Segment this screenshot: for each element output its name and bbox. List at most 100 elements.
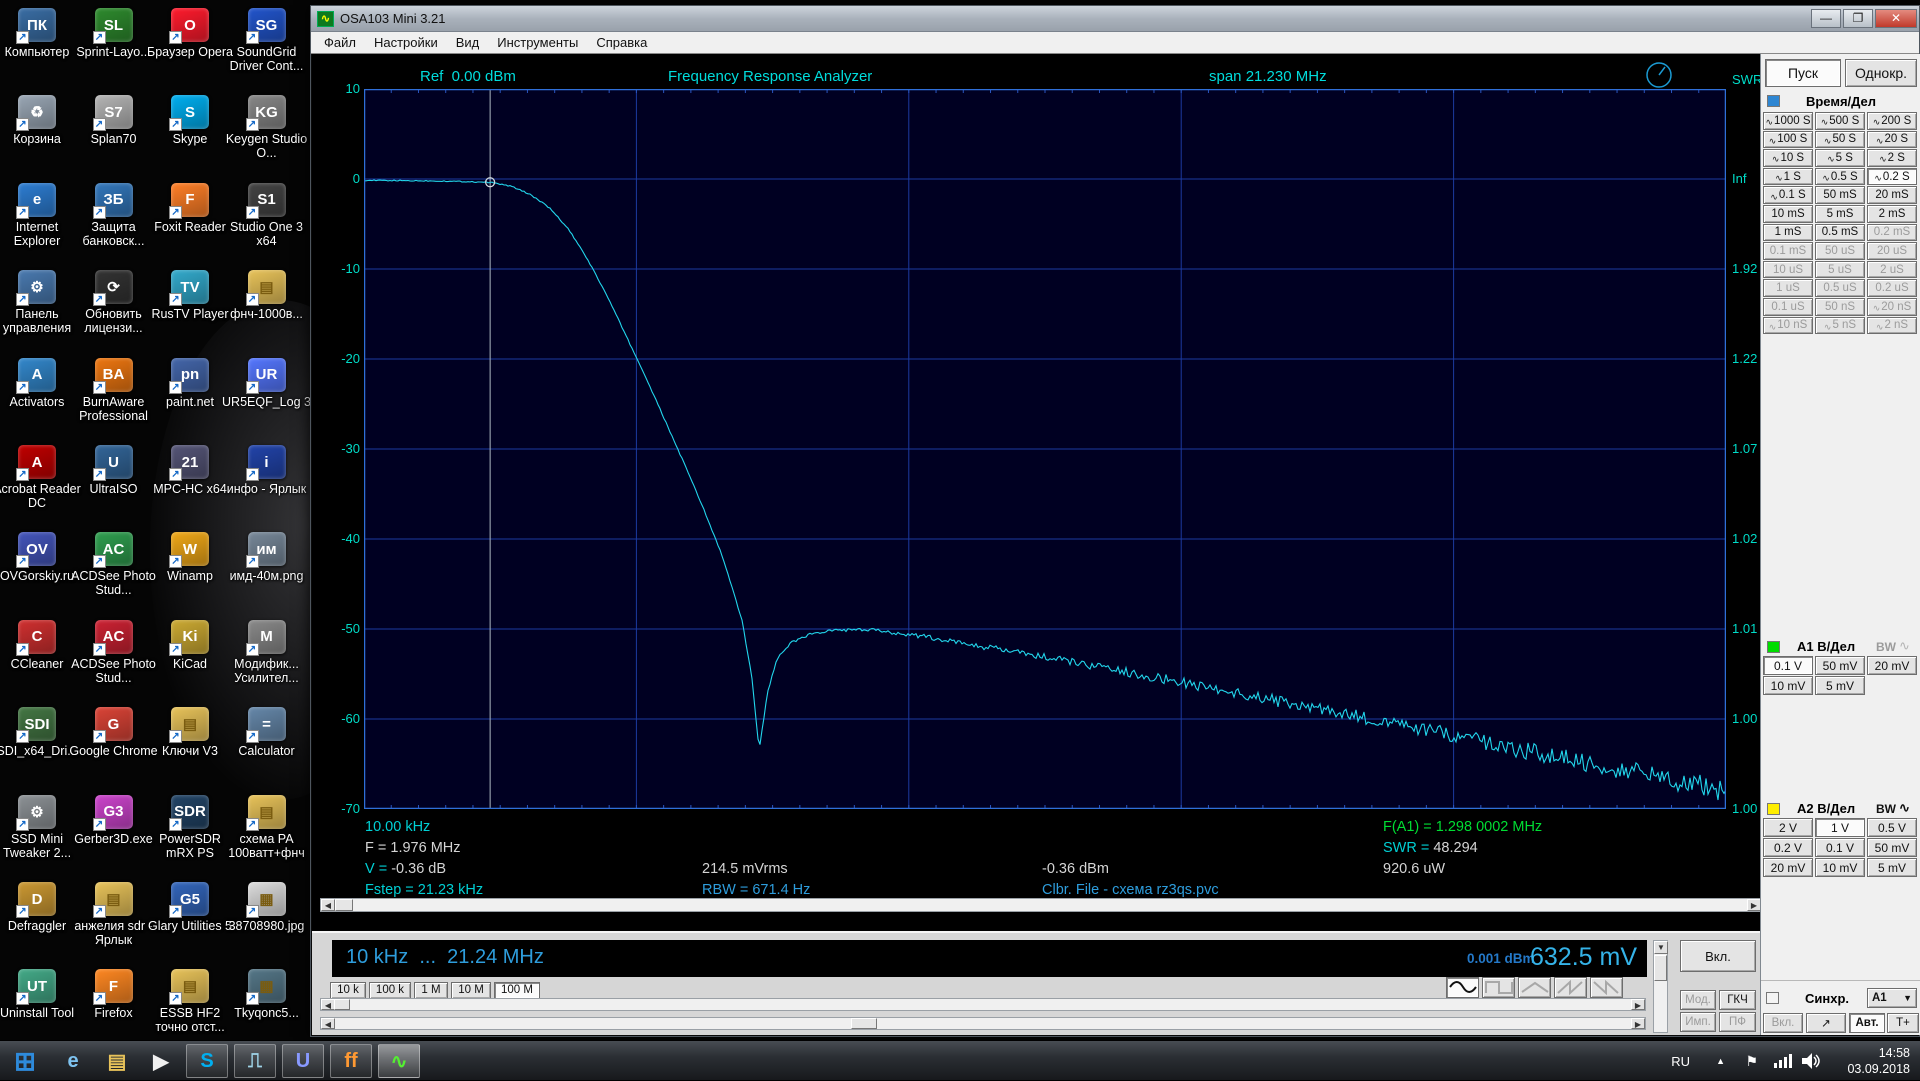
tb-button-5mS[interactable]: 5 mS xyxy=(1815,205,1865,223)
taskbar-clock[interactable]: 14:58 03.09.2018 xyxy=(1847,1045,1910,1077)
start-button[interactable]: Пуск xyxy=(1765,59,1841,87)
freq-unit-button-100k[interactable]: 100 k xyxy=(369,982,411,999)
taskbar-windows-explorer-icon[interactable]: ▤ xyxy=(100,1044,134,1078)
maximize-button[interactable]: ❐ xyxy=(1843,9,1873,28)
fine-tune-scrollbar[interactable]: ◀▶ xyxy=(320,1017,1646,1030)
a1-button-5mV[interactable]: 5 mV xyxy=(1815,676,1865,695)
a2-button-0.5V[interactable]: 0.5 V xyxy=(1867,818,1917,837)
tb-button-2nS[interactable]: ∿2 nS xyxy=(1867,317,1917,335)
tb-button-50nS[interactable]: 50 nS xyxy=(1815,298,1865,316)
sync-tplus-button[interactable]: Т+ xyxy=(1887,1013,1919,1033)
desktop-icon-имд-40м-png[interactable]: им↗имд-40м.png xyxy=(221,532,313,583)
desktop-icon-calculator[interactable]: =↗Calculator xyxy=(221,707,313,758)
desktop-icon-soundgrid-driver-cont-[interactable]: SG↗SoundGrid Driver Cont... xyxy=(221,8,313,73)
menu-item-настройки[interactable]: Настройки xyxy=(365,33,447,52)
freq-unit-button-10k[interactable]: 10 k xyxy=(330,982,366,999)
ramp-down-waveform-button[interactable] xyxy=(1590,977,1623,998)
volume-icon[interactable] xyxy=(1802,1041,1822,1081)
tb-button-1uS[interactable]: 1 uS xyxy=(1763,279,1813,297)
sync-edge-button[interactable]: ↗ xyxy=(1806,1013,1846,1033)
tb-button-1mS[interactable]: 1 mS xyxy=(1763,224,1813,242)
imp-button[interactable]: Имп. xyxy=(1680,1012,1716,1032)
taskbar-powersdr-icon[interactable]: ⎍ xyxy=(234,1044,276,1078)
a2-button-20mV[interactable]: 20 mV xyxy=(1763,858,1813,877)
tb-button-2S[interactable]: ∿2 S xyxy=(1867,149,1917,167)
a2-button-10mV[interactable]: 10 mV xyxy=(1815,858,1865,877)
a2-button-0.1V[interactable]: 0.1 V xyxy=(1815,838,1865,857)
gkch-button[interactable]: ГКЧ xyxy=(1719,990,1756,1010)
tb-button-0.2uS[interactable]: 0.2 uS xyxy=(1867,279,1917,297)
tb-button-0.5mS[interactable]: 0.5 mS xyxy=(1815,224,1865,242)
sine-waveform-button[interactable] xyxy=(1446,977,1479,998)
freq-unit-button-10M[interactable]: 10 M xyxy=(451,982,491,999)
menu-item-вид[interactable]: Вид xyxy=(447,33,489,52)
tb-button-50uS[interactable]: 50 uS xyxy=(1815,242,1865,260)
mod-button[interactable]: Мод. xyxy=(1680,990,1716,1010)
tb-button-50S[interactable]: ∿50 S xyxy=(1815,131,1865,149)
language-indicator[interactable]: RU xyxy=(1671,1054,1690,1069)
tb-button-0.2S[interactable]: ∿0.2 S xyxy=(1867,168,1917,186)
freq-unit-button-1M[interactable]: 1 M xyxy=(414,982,448,999)
coarse-tune-scrollbar[interactable]: ◀▶ xyxy=(320,998,1646,1011)
a1-button-50mV[interactable]: 50 mV xyxy=(1815,656,1865,675)
desktop-icon-keygen-studio-o-[interactable]: KG↗Keygen Studio O... xyxy=(221,95,313,160)
desktop-icon-tkyqonc5-[interactable]: ▦↗Tkyqonc5... xyxy=(221,969,313,1020)
ramp-up-waveform-button[interactable] xyxy=(1554,977,1587,998)
menu-item-инструменты[interactable]: Инструменты xyxy=(488,33,587,52)
taskbar-media-player-icon[interactable]: ▶ xyxy=(144,1044,178,1078)
tb-button-20uS[interactable]: 20 uS xyxy=(1867,242,1917,260)
sync-auto-button[interactable]: Авт. xyxy=(1849,1013,1885,1033)
a1-button-10mV[interactable]: 10 mV xyxy=(1763,676,1813,695)
a2-button-2V[interactable]: 2 V xyxy=(1763,818,1813,837)
desktop-icon-38708980-jpg[interactable]: ▦↗38708980.jpg xyxy=(221,882,313,933)
tb-button-0.1uS[interactable]: 0.1 uS xyxy=(1763,298,1813,316)
taskbar-ur5eqf-log-icon[interactable]: U xyxy=(282,1044,324,1078)
a1-button-20mV[interactable]: 20 mV xyxy=(1867,656,1917,675)
tb-button-2mS[interactable]: 2 mS xyxy=(1867,205,1917,223)
network-icon[interactable] xyxy=(1774,1041,1792,1081)
a2-button-0.2V[interactable]: 0.2 V xyxy=(1763,838,1813,857)
a1-button-0.1V[interactable]: 0.1 V xyxy=(1763,656,1813,675)
chart-horizontal-scrollbar[interactable]: ◀▶ xyxy=(320,898,1762,912)
level-vertical-scrollbar[interactable]: ▲ ▼ xyxy=(1653,940,1668,1033)
channel-a1-swatch[interactable] xyxy=(1767,641,1780,653)
tb-button-20mS[interactable]: 20 mS xyxy=(1867,186,1917,204)
tb-button-2uS[interactable]: 2 uS xyxy=(1867,261,1917,279)
tb-button-20nS[interactable]: ∿20 nS xyxy=(1867,298,1917,316)
taskbar-osa103-icon[interactable]: ∿ xyxy=(378,1044,420,1078)
single-sweep-button[interactable]: Однокр. xyxy=(1845,59,1917,87)
action-center-flag-icon[interactable]: ⚑ xyxy=(1745,1053,1758,1070)
tb-button-0.5S[interactable]: ∿0.5 S xyxy=(1815,168,1865,186)
desktop-icon-схема-pa-100ватт-фнч[interactable]: ▤↗схема PA 100ватт+фнч xyxy=(221,795,313,860)
tb-button-10S[interactable]: ∿10 S xyxy=(1763,149,1813,167)
sync-on-button[interactable]: Вкл. xyxy=(1763,1013,1803,1033)
desktop-icon-фнч-1000в-[interactable]: ▤↗фнч-1000в... xyxy=(221,270,313,321)
tb-button-20S[interactable]: ∿20 S xyxy=(1867,131,1917,149)
desktop-icon-инфо-ярлык[interactable]: i↗инфо - Ярлык xyxy=(221,445,313,496)
title-bar[interactable]: ∿ OSA103 Mini 3.21 — ❐ ✕ xyxy=(311,6,1919,32)
tb-button-5nS[interactable]: ∿5 nS xyxy=(1815,317,1865,335)
taskbar-firefox-icon[interactable]: ff xyxy=(330,1044,372,1078)
freq-unit-button-100M[interactable]: 100 M xyxy=(494,982,540,999)
desktop-icon-studio-one-3-x64[interactable]: S1↗Studio One 3 x64 xyxy=(221,183,313,248)
tb-button-0.1S[interactable]: ∿0.1 S xyxy=(1763,186,1813,204)
tb-button-0.5uS[interactable]: 0.5 uS xyxy=(1815,279,1865,297)
tb-button-5uS[interactable]: 5 uS xyxy=(1815,261,1865,279)
channel-a2-swatch[interactable] xyxy=(1767,803,1780,815)
generator-on-button[interactable]: Вкл. xyxy=(1680,940,1756,972)
tb-button-1000S[interactable]: ∿1000 S xyxy=(1763,112,1813,130)
pf-button[interactable]: ПФ xyxy=(1719,1012,1756,1032)
sync-source-dropdown[interactable]: A1▼ xyxy=(1867,988,1917,1008)
a2-button-5mV[interactable]: 5 mV xyxy=(1867,858,1917,877)
tb-button-5S[interactable]: ∿5 S xyxy=(1815,149,1865,167)
tb-button-10uS[interactable]: 10 uS xyxy=(1763,261,1813,279)
tb-button-1S[interactable]: ∿1 S xyxy=(1763,168,1813,186)
tb-button-100S[interactable]: ∿100 S xyxy=(1763,131,1813,149)
tb-button-500S[interactable]: ∿500 S xyxy=(1815,112,1865,130)
a2-button-50mV[interactable]: 50 mV xyxy=(1867,838,1917,857)
sync-enable-checkbox[interactable] xyxy=(1766,992,1779,1004)
taskbar-internet-explorer-icon[interactable]: e xyxy=(56,1044,90,1078)
tb-button-10mS[interactable]: 10 mS xyxy=(1763,205,1813,223)
a1-bw-label[interactable]: BW xyxy=(1876,640,1896,654)
menu-item-файл[interactable]: Файл xyxy=(315,33,365,52)
